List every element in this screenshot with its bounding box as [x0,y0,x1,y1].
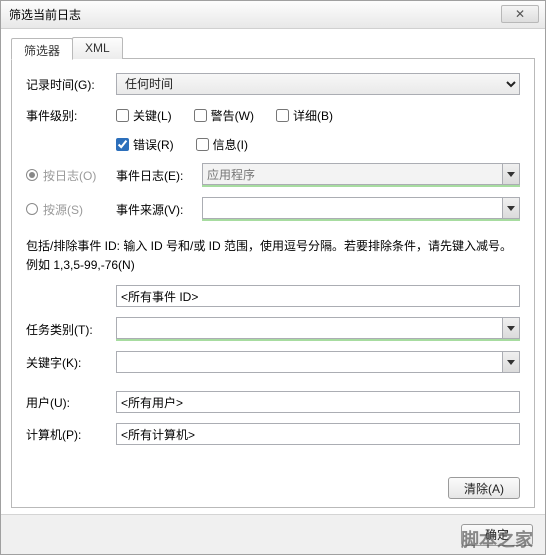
keywords-input[interactable] [116,351,502,373]
tab-strip: 筛选器 XML [11,37,535,59]
clear-button[interactable]: 清除(A) [448,477,520,499]
eventlogs-dropdown-button[interactable] [502,163,520,185]
keywords-combo[interactable] [116,351,520,373]
filter-panel: 记录时间(G): 任何时间 事件级别: 关键(L) 警告(W) 详细(B) 错误… [11,58,535,508]
eventsources-dropdown-button[interactable] [502,197,520,219]
keywords-dropdown-button[interactable] [502,351,520,373]
eventsources-combo[interactable] [202,197,520,221]
label-eventlogs: 事件日志(E): [116,167,202,184]
label-user: 用户(U): [26,394,116,411]
dialog-body: 筛选器 XML 记录时间(G): 任何时间 事件级别: 关键(L) 警告(W) … [1,29,545,514]
task-input[interactable] [116,317,502,339]
eventlogs-combo[interactable] [202,163,520,187]
chevron-down-icon [507,172,515,177]
radio-dot-icon [26,169,38,181]
cb-warning[interactable]: 警告(W) [194,107,254,124]
radio-bylog[interactable]: 按日志(O) [26,167,116,184]
tab-filter[interactable]: 筛选器 [11,38,73,60]
window-title: 筛选当前日志 [9,6,81,23]
cb-critical[interactable]: 关键(L) [116,107,172,124]
label-task: 任务类别(T): [26,321,116,338]
help-text: 包括/排除事件 ID: 输入 ID 号和/或 ID 范围，使用逗号分隔。若要排除… [26,237,520,275]
watermark: 脚本之家 [461,526,533,552]
dialog-window: 筛选当前日志 ✕ 筛选器 XML 记录时间(G): 任何时间 事件级别: 关键(… [0,0,546,555]
close-icon: ✕ [515,7,525,21]
computer-input[interactable] [116,423,520,445]
label-eventsources: 事件来源(V): [116,201,202,218]
eventid-input[interactable] [116,285,520,307]
tab-xml[interactable]: XML [72,37,123,59]
chevron-down-icon [507,360,515,365]
task-dropdown-button[interactable] [502,317,520,339]
radio-bysource[interactable]: 按源(S) [26,201,116,218]
logged-select[interactable]: 任何时间 [116,73,520,95]
user-input[interactable] [116,391,520,413]
chevron-down-icon [507,326,515,331]
label-level: 事件级别: [26,105,116,124]
close-button[interactable]: ✕ [501,5,539,23]
radio-dot-icon [26,203,38,215]
task-combo[interactable] [116,317,520,341]
cb-information[interactable]: 信息(I) [196,136,248,153]
eventsources-input[interactable] [202,197,502,219]
cb-verbose[interactable]: 详细(B) [276,107,333,124]
label-keywords: 关键字(K): [26,354,116,371]
eventlogs-input[interactable] [202,163,502,185]
title-bar: 筛选当前日志 ✕ [1,1,545,29]
label-logged: 记录时间(G): [26,76,116,93]
label-computer: 计算机(P): [26,426,116,443]
dialog-footer: 确定 脚本之家 [1,514,545,554]
cb-error[interactable]: 错误(R) [116,136,174,153]
chevron-down-icon [507,206,515,211]
